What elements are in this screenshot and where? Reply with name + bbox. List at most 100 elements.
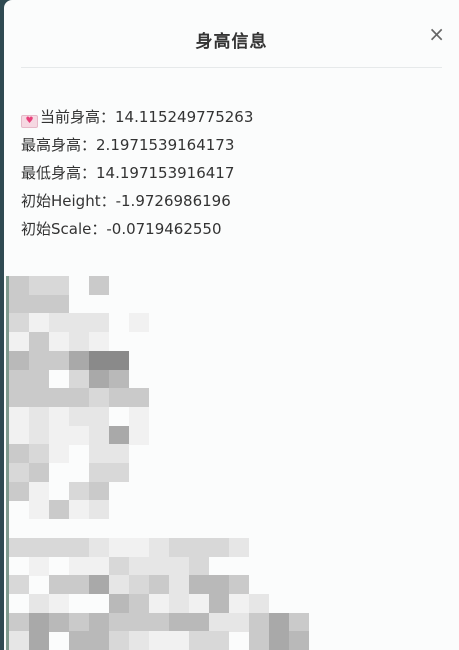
mosaic-pixel (69, 500, 89, 520)
mosaic-pixel (69, 313, 89, 333)
mosaic-pixel (89, 481, 109, 501)
mosaic-pixel (129, 631, 149, 650)
mosaic-pixel (9, 406, 29, 426)
mosaic-pixel (149, 631, 169, 650)
mosaic-pixel (269, 631, 289, 650)
mosaic-pixel (9, 425, 29, 445)
mosaic-pixel (209, 575, 229, 595)
mosaic-pixel (89, 406, 109, 426)
max-height-row: 最高身高：2.1971539164173 (21, 131, 253, 159)
mosaic-pixel (89, 537, 109, 557)
mosaic-pixel (89, 276, 109, 295)
mosaic-pixel (29, 313, 49, 333)
mosaic-pixel (109, 593, 129, 613)
mosaic-pixel (49, 406, 69, 426)
mosaic-pixel (249, 612, 269, 632)
mosaic-pixel (89, 500, 109, 520)
mosaic-pixel (149, 537, 169, 557)
heart-envelope-icon: ♥ (21, 115, 38, 128)
mosaic-pixel (229, 612, 249, 632)
image-edge (6, 276, 9, 650)
header-divider (21, 67, 442, 68)
mosaic-pixel (69, 556, 89, 576)
mosaic-pixel (29, 350, 49, 370)
mosaic-pixel (89, 444, 109, 464)
mosaic-pixel (49, 537, 69, 557)
mosaic-pixel (109, 463, 129, 482)
mosaic-pixel (69, 388, 89, 408)
mosaic-pixel (269, 612, 289, 632)
mosaic-pixel (29, 388, 49, 408)
initial-scale-row: 初始Scale：-0.0719462550 (21, 215, 253, 243)
mosaic-pixel (69, 481, 89, 501)
mosaic-pixel (69, 612, 89, 632)
mosaic-pixel (29, 631, 49, 650)
mosaic-pixel (289, 612, 309, 632)
min-height-row: 最低身高：14.197153916417 (21, 159, 253, 187)
mosaic-pixel (49, 294, 69, 314)
mosaic-pixel (89, 575, 109, 595)
mosaic-pixel (109, 575, 129, 595)
initial-scale-value: -0.0719462550 (106, 220, 222, 238)
mosaic-pixel (9, 481, 29, 501)
mosaic-pixel (149, 575, 169, 595)
mosaic-pixel (9, 350, 29, 370)
mosaic-pixel (249, 631, 269, 650)
mosaic-pixel (89, 631, 109, 650)
mosaic-pixel (109, 350, 129, 370)
mosaic-pixel (169, 556, 189, 576)
mosaic-pixel (149, 612, 169, 632)
mosaic-pixel (109, 556, 129, 576)
mosaic-pixel (89, 425, 109, 445)
mosaic-pixel (29, 276, 49, 295)
mosaic-pixel (169, 631, 189, 650)
mosaic-pixel (89, 388, 109, 408)
mosaic-pixel (49, 593, 69, 613)
mosaic-pixel (29, 369, 49, 389)
mosaic-pixel (29, 537, 49, 557)
mosaic-pixel (49, 276, 69, 295)
mosaic-pixel (149, 593, 169, 613)
mosaic-pixel (249, 593, 269, 613)
mosaic-pixel (129, 575, 149, 595)
initial-height-value: -1.9726986196 (115, 192, 231, 210)
mosaic-pixel (129, 406, 149, 426)
mosaic-pixel (89, 332, 109, 352)
mosaic-pixel (129, 537, 149, 557)
mosaic-pixel (9, 276, 29, 295)
mosaic-pixel (29, 612, 49, 632)
mosaic-pixel (89, 612, 109, 632)
mosaic-pixel (9, 369, 29, 389)
mosaic-pixel (49, 388, 69, 408)
mosaic-pixel (69, 369, 89, 389)
mosaic-pixel (209, 612, 229, 632)
mosaic-pixel (9, 388, 29, 408)
mosaic-pixel (9, 313, 29, 333)
mosaic-pixel (209, 537, 229, 557)
mosaic-pixel (29, 463, 49, 482)
mosaic-pixel (69, 575, 89, 595)
mosaic-pixel (89, 556, 109, 576)
mosaic-pixel (29, 500, 49, 520)
initial-height-label: 初始Height： (21, 192, 116, 210)
initial-scale-label: 初始Scale： (21, 220, 107, 238)
mosaic-pixel (49, 444, 69, 464)
mosaic-pixel (189, 631, 209, 650)
mosaic-pixel (89, 350, 109, 370)
mosaic-pixel (9, 444, 29, 464)
mosaic-pixel (9, 631, 29, 650)
mosaic-pixel (109, 631, 129, 650)
close-icon[interactable]: × (428, 24, 445, 44)
mosaic-pixel (49, 350, 69, 370)
mosaic-pixel (29, 444, 49, 464)
mosaic-pixel (29, 481, 49, 501)
mosaic-pixel (129, 556, 149, 576)
mosaic-pixel (49, 425, 69, 445)
height-info-dialog: 身高信息 × ♥ 当前身高：14.115249775263 最高身高：2.1971… (4, 0, 459, 650)
current-height-row: ♥ 当前身高：14.115249775263 (21, 103, 253, 131)
mosaic-pixel (29, 425, 49, 445)
min-height-value: 14.197153916417 (96, 164, 235, 182)
mosaic-pixel (69, 425, 89, 445)
mosaic-pixel (29, 406, 49, 426)
mosaic-pixel (129, 593, 149, 613)
